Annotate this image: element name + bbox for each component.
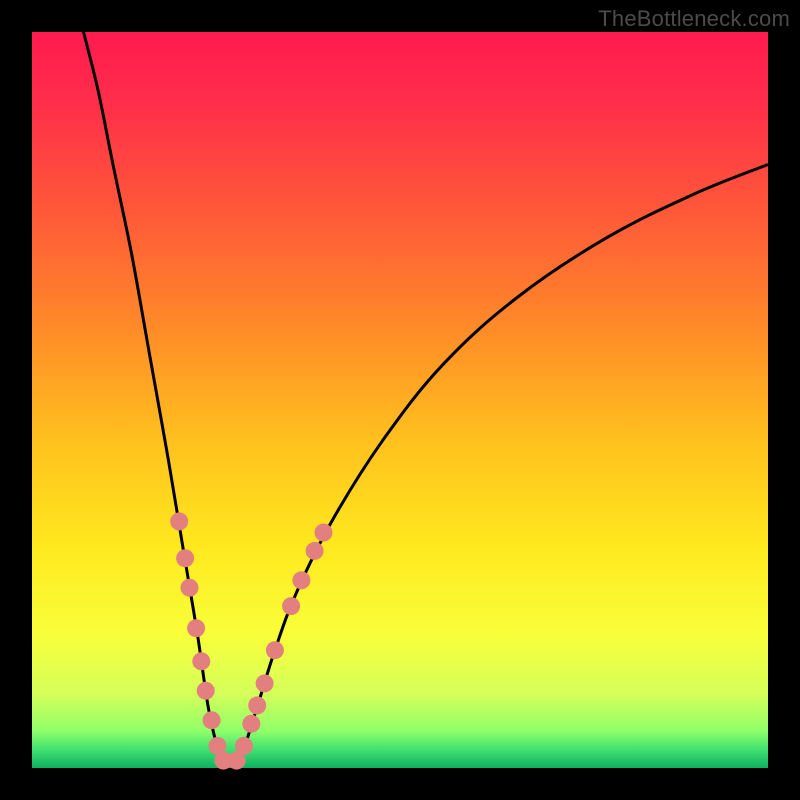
curve-layer [32,32,768,768]
chart-frame: TheBottleneck.com [0,0,800,800]
data-dot [292,571,310,589]
dot-layer [170,512,332,769]
data-dot [170,512,188,530]
data-dot [203,711,221,729]
bottleneck-curve [84,32,769,764]
data-dot [282,597,300,615]
data-dot [181,579,199,597]
data-dot [242,715,260,733]
data-dot [248,696,266,714]
data-dot [197,682,215,700]
data-dot [256,674,274,692]
data-dot [266,641,284,659]
data-dot [187,619,205,637]
data-dot [315,524,333,542]
data-dot [306,542,324,560]
watermark-text: TheBottleneck.com [598,6,790,32]
plot-area [32,32,768,768]
data-dot [192,652,210,670]
data-dot [176,549,194,567]
data-dot [235,737,253,755]
